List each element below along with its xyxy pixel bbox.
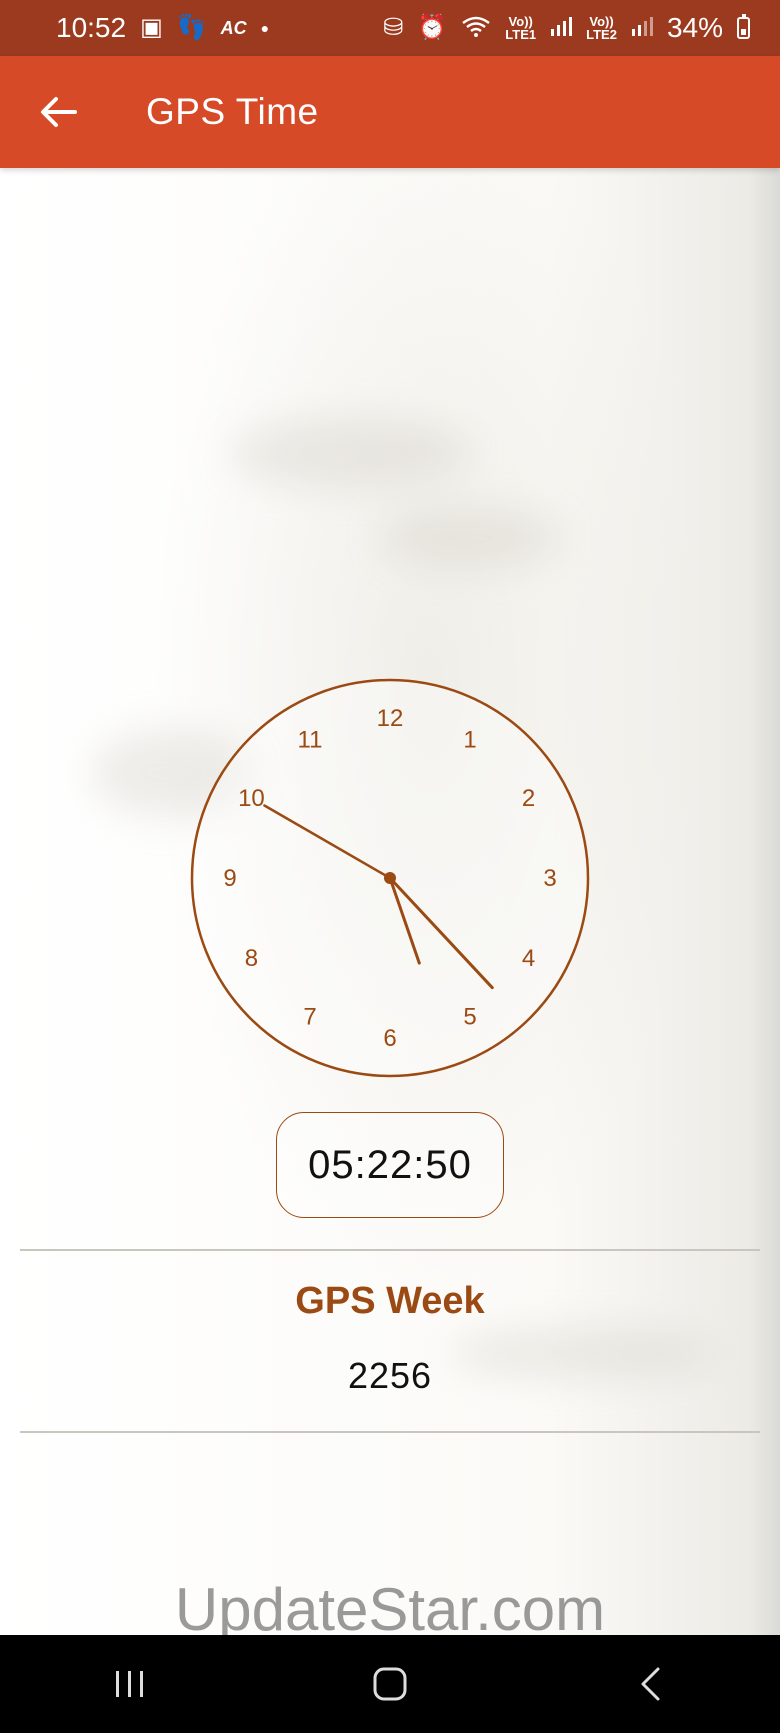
arrow-left-icon — [41, 97, 77, 127]
app-bar: GPS Time — [0, 56, 780, 168]
clock-number-3: 3 — [543, 865, 556, 892]
digital-time: 05:22:50 — [276, 1112, 504, 1218]
signal-2-icon — [631, 12, 653, 44]
lock-icon: ⛁ — [383, 14, 404, 41]
lte2-label: Vo)) LTE2 — [586, 14, 617, 42]
clock-number-9: 9 — [223, 865, 236, 892]
clock-number-7: 7 — [303, 1004, 316, 1031]
wifi-icon — [461, 14, 491, 43]
clock-number-8: 8 — [245, 945, 258, 972]
clock-number-11: 11 — [298, 726, 323, 753]
back-button[interactable] — [28, 82, 88, 142]
divider — [20, 1249, 760, 1251]
divider — [20, 1431, 760, 1433]
status-bar: 10:52 ▣ 👣 AC ● ⛁ ⏰ Vo)) LTE1 Vo)) LTE2 3… — [0, 0, 780, 56]
lte1-label: Vo)) LTE1 — [505, 14, 537, 42]
screen: 10:52 ▣ 👣 AC ● ⛁ ⏰ Vo)) LTE1 Vo)) LTE2 3… — [0, 0, 780, 1733]
clock-number-4: 4 — [522, 945, 535, 972]
battery-percent: 34% — [666, 12, 723, 43]
gps-week-title: GPS Week — [295, 1280, 485, 1322]
clock-center — [384, 872, 396, 884]
back-nav-button[interactable] — [610, 1644, 690, 1724]
status-left: 10:52 ▣ 👣 AC ● — [56, 12, 269, 44]
gallery-icon: ▣ — [140, 14, 163, 41]
clock-face: 121234567891011 — [190, 678, 590, 1078]
chevron-left-icon — [641, 1667, 660, 1701]
navigation-bar — [0, 1635, 780, 1733]
signal-1-icon — [550, 12, 573, 44]
status-right: ⛁ ⏰ Vo)) LTE1 Vo)) LTE2 34% — [383, 12, 750, 44]
background-smudge — [380, 508, 560, 568]
home-button[interactable] — [350, 1644, 430, 1724]
clock-number-5: 5 — [463, 1004, 476, 1031]
page-title: GPS Time — [146, 91, 319, 132]
battery-icon — [737, 14, 750, 39]
alarm-icon: ⏰ — [417, 14, 448, 41]
notification-dot-icon: ● — [260, 20, 270, 36]
home-icon — [373, 1667, 407, 1701]
clock-number-12: 12 — [377, 705, 404, 732]
clock-number-1: 1 — [463, 726, 476, 753]
gps-week-value: 2256 — [347, 1355, 433, 1396]
background-smudge — [230, 418, 470, 488]
analog-clock: 12 1 2 3 4 5 6 7 8 9 10 11 — [190, 675, 590, 1080]
recent-apps-icon — [116, 1671, 143, 1697]
watermark: UpdateStar.com — [174, 1576, 606, 1643]
status-time: 10:52 — [56, 12, 127, 43]
ac-icon: AC — [220, 18, 247, 38]
clock-number-10: 10 — [238, 785, 265, 812]
steps-icon: 👣 — [176, 14, 207, 41]
clock-number-6: 6 — [383, 1025, 396, 1052]
clock-number-2: 2 — [522, 785, 535, 812]
recent-apps-button[interactable] — [90, 1644, 170, 1724]
